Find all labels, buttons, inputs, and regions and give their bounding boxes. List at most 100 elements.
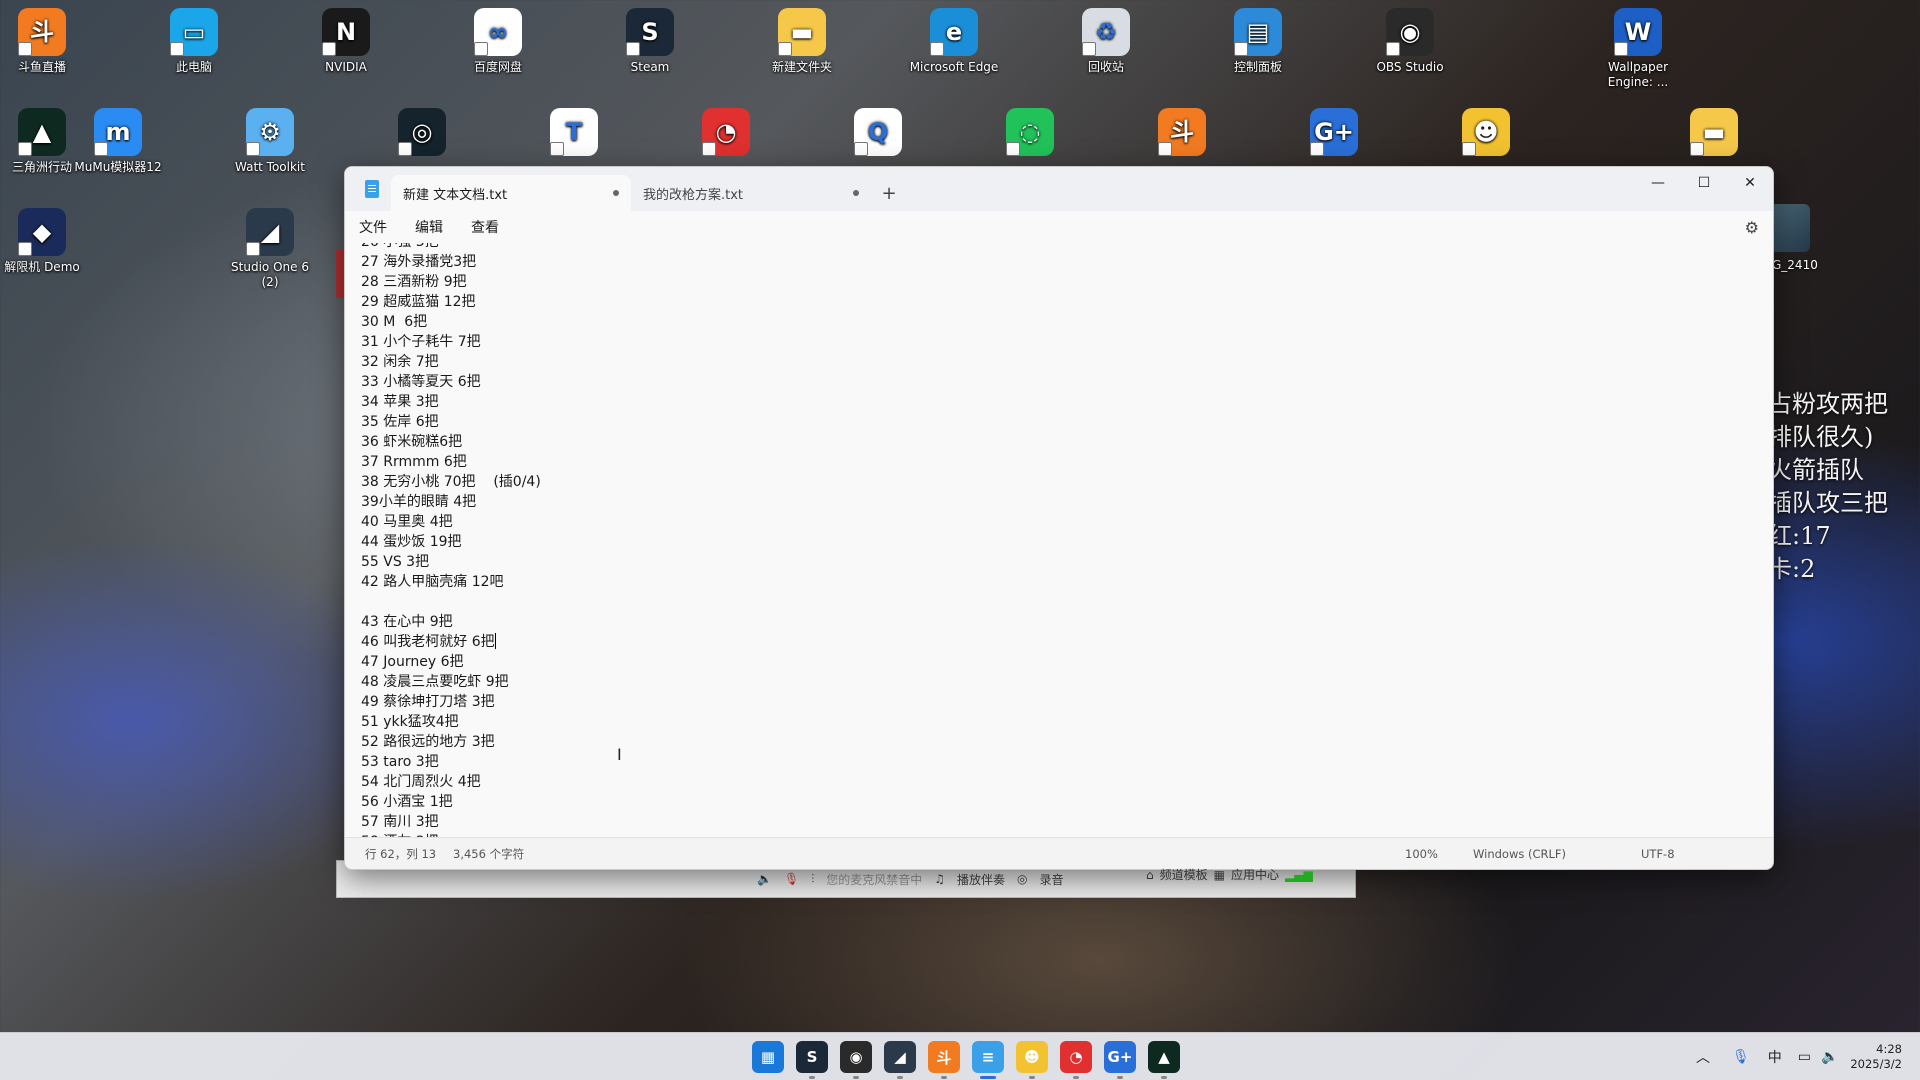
notepad-taskbar-icon[interactable]: ≡ [972, 1041, 1004, 1073]
desktop-shortcut[interactable]: ◔ [678, 108, 774, 160]
text-line-content: 49 蔡徐坤打刀塔 3把 [361, 694, 495, 710]
text-line-content: 30 M 6把 [361, 314, 428, 330]
gplus-icon: G+ [1310, 108, 1358, 156]
desktop-shortcut[interactable]: ▬ [1666, 108, 1762, 160]
douyu-taskbar-icon[interactable]: 斗 [928, 1041, 960, 1073]
tab-gun-build[interactable]: 我的改枪方案.txt [631, 175, 871, 211]
character-count: 3,456 个字符 [453, 846, 525, 861]
text-line-content: 48 凌晨三点要吃虾 9把 [361, 674, 509, 690]
desktop-shortcut[interactable]: 斗斗鱼直播 [0, 8, 90, 75]
desktop-shortcut[interactable]: Q [830, 108, 926, 160]
desktop-shortcut[interactable]: ☻ [1438, 108, 1534, 160]
text-line: 38 无穷小桃 70把 (插0/4) [361, 472, 541, 492]
delta-force-taskbar-icon[interactable]: ▲ [1148, 1041, 1180, 1073]
channel-template-button[interactable]: 频道模板 [1160, 866, 1208, 883]
volume-icon[interactable]: 🔈 [1821, 1049, 1838, 1065]
text-line: 31 小个子耗牛 7把 [361, 332, 541, 352]
mic-muted-icon[interactable]: 🎙 [784, 872, 799, 886]
desktop-shortcut[interactable]: N NVIDIA [298, 8, 394, 75]
overlay-line: 占粉攻两把 [1768, 390, 1888, 418]
app-center-button[interactable]: 应用中心 [1231, 866, 1279, 883]
text-line: 35 佐岸 6把 [361, 412, 541, 432]
encoding[interactable]: UTF-8 [1641, 847, 1675, 861]
chevron-up-icon[interactable]: ︿ [1696, 1047, 1710, 1067]
text-line-content: 55 VS 3把 [361, 554, 430, 570]
line-ending[interactable]: Windows (CRLF) [1473, 847, 1566, 861]
window-controls: — ☐ ✕ [1635, 167, 1773, 199]
desktop-shortcut[interactable]: 斗 [1134, 108, 1230, 160]
notepad-icon [365, 180, 379, 198]
text-line: 26 小强 3把 [361, 243, 541, 252]
maximize-button[interactable]: ☐ [1681, 167, 1727, 199]
gplus-taskbar-icon[interactable]: G+ [1104, 1041, 1136, 1073]
desktop-shortcut-label: Wallpaper Engine: ... [1607, 60, 1669, 89]
obs-taskbar-icon[interactable]: ◉ [840, 1041, 872, 1073]
tab-label: 我的改枪方案.txt [643, 187, 744, 203]
text-line: 29 超威蓝猫 12把 [361, 292, 541, 312]
new-tab-button[interactable]: + [871, 175, 907, 211]
menu-file[interactable]: 文件 [359, 217, 387, 237]
desktop-shortcut[interactable]: ♻ 回收站 [1058, 8, 1154, 75]
folder-icon-2: ▬ [1690, 108, 1738, 156]
desktop-shortcut[interactable]: ◉ OBS Studio [1362, 8, 1458, 75]
desktop-shortcut[interactable]: m MuMu模拟器12 [70, 108, 166, 175]
studio-one-taskbar-icon[interactable]: ◢ [884, 1041, 916, 1073]
accompany-button[interactable]: 播放伴奏 [957, 871, 1005, 888]
desktop-shortcut[interactable]: ◌ [982, 108, 1078, 160]
start-icon[interactable]: ▦ [752, 1041, 784, 1073]
speaker-icon[interactable]: 🔈 [757, 872, 772, 886]
mic-status-text: 您的麦克风禁音中 [826, 872, 923, 887]
minimize-button[interactable]: — [1635, 167, 1681, 199]
ime-indicator[interactable]: 中 [1768, 1047, 1782, 1067]
desktop-shortcut[interactable]: ◎ [374, 108, 470, 160]
steam-taskbar-icon[interactable]: S [796, 1041, 828, 1073]
desktop-shortcut-label: 斗鱼直播 [17, 60, 66, 74]
unsaved-dot-icon[interactable] [613, 190, 619, 196]
text-line [361, 592, 541, 612]
desktop-shortcut[interactable]: S Steam [602, 8, 698, 75]
qq-icon: Q [854, 108, 902, 156]
app-icon-partial-1: ◎ [398, 108, 446, 156]
desktop-shortcut[interactable]: ◢ Studio One 6 (2) [222, 208, 318, 290]
text-line: 48 凌晨三点要吃虾 9把 [361, 672, 541, 692]
control-panel-icon: ▤ [1234, 8, 1282, 56]
stream-overlay-text: 占粉攻两把 排队很久) 火箭插队 插队攻三把 红:17 卡:2 [1768, 388, 1920, 586]
desktop-shortcut[interactable]: e Microsoft Edge [906, 8, 1002, 75]
close-button[interactable]: ✕ [1727, 167, 1773, 199]
desktop-shortcut[interactable]: ▭ 此电脑 [146, 8, 242, 75]
microphone-icon[interactable]: 🎙 [1732, 1049, 1750, 1065]
yy-taskbar-icon[interactable]: ☻ [1016, 1041, 1048, 1073]
record-button[interactable]: 录音 [1039, 871, 1063, 888]
text-line-content: 26 小强 3把 [361, 243, 439, 250]
netease-music-taskbar-icon[interactable]: ◔ [1060, 1041, 1092, 1073]
desktop-shortcut[interactable]: ⚙ Watt Toolkit [222, 108, 318, 175]
overlay-line: 卡:2 [1768, 555, 1816, 583]
recycle-bin-icon: ♻ [1082, 8, 1130, 56]
equalizer-icon[interactable]: ⫶ [811, 872, 814, 887]
partial-thumbnail[interactable] [1770, 204, 1810, 252]
text-line: 27 海外录播党3把 [361, 252, 541, 272]
desktop-shortcut[interactable]: ▬ 新建文件夹 [754, 8, 850, 75]
desktop-shortcut[interactable]: ∞ 百度网盘 [450, 8, 546, 75]
settings-gear-icon[interactable]: ⚙ [1745, 218, 1759, 237]
tab-new-text-document[interactable]: 新建 文本文档.txt [391, 175, 631, 211]
menu-edit[interactable]: 编辑 [415, 217, 443, 237]
text-cursor-ibeam-icon: I [617, 745, 622, 764]
unsaved-dot-icon[interactable] [853, 190, 859, 196]
desktop-shortcut[interactable]: G+ [1286, 108, 1382, 160]
text-line: 44 蛋炒饭 19把 [361, 532, 541, 552]
menu-view[interactable]: 查看 [471, 217, 499, 237]
clock[interactable]: 4:28 2025/3/2 [1850, 1042, 1902, 1072]
zoom-level[interactable]: 100% [1405, 847, 1438, 861]
desktop-shortcut[interactable]: ◆ 解限机 Demo [0, 208, 90, 275]
text-line: 47 Journey 6把 [361, 652, 541, 672]
network-icon[interactable]: ▭ [1798, 1049, 1811, 1065]
text-line-content: 39小羊的眼睛 4把 [361, 494, 477, 510]
desktop-shortcut[interactable]: ▤ 控制面板 [1210, 8, 1306, 75]
text-line-content: 27 海外录播党3把 [361, 254, 477, 270]
voice-toolbar-right: ⌂ 频道模板 ▦ 应用中心 ▂▄▆ [1146, 866, 1313, 883]
desktop-shortcut[interactable]: T [526, 108, 622, 160]
desktop-shortcut[interactable]: W Wallpaper Engine: ... [1590, 8, 1686, 90]
text-line-content: 31 小个子耗牛 7把 [361, 334, 481, 350]
text-editor[interactable]: 26 小强 3把 27 海外录播党3把 28 三酒新粉 9把 29 超威蓝猫 12把 3… [345, 243, 1773, 837]
